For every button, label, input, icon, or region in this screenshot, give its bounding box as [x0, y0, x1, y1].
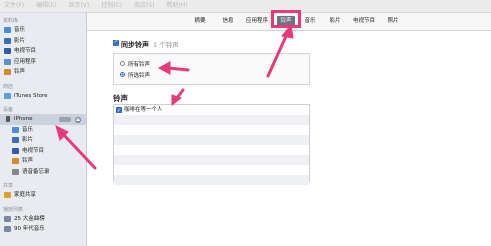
- film-icon: [4, 37, 11, 44]
- ringtone-checkbox[interactable]: [116, 106, 122, 116]
- tab-photos[interactable]: 照片: [384, 16, 402, 26]
- empty-row: [114, 145, 309, 155]
- menu-help[interactable]: 帮助(H): [166, 2, 187, 9]
- shared-section-title: 共享: [3, 183, 14, 189]
- music-note-icon: [4, 27, 11, 33]
- all-tones-label: 所有铃声: [128, 62, 151, 68]
- menu-bar: 文件(F) 编辑(E) 显示(V) 控制(C) 商店(S) 帮助(H): [0, 0, 491, 13]
- sidebar-item-music[interactable]: 音乐: [0, 25, 86, 36]
- iphone-icon: [6, 116, 10, 122]
- tv-icon: [12, 147, 19, 154]
- home-sharing-icon: [4, 192, 11, 198]
- sidebar-item-itunes-store[interactable]: iTunes Store: [0, 91, 86, 102]
- menu-file[interactable]: 文件(F): [4, 2, 24, 9]
- device-item-movies[interactable]: 影片: [0, 135, 86, 146]
- empty-row: [114, 175, 309, 185]
- tv-icon: [4, 48, 11, 54]
- device-item-tones[interactable]: 铃声: [0, 156, 86, 167]
- smart-playlist-icon: [4, 226, 11, 232]
- sidebar-item-iphone[interactable]: iPhone ⏏: [0, 114, 86, 125]
- empty-row: [114, 165, 309, 175]
- menu-controls[interactable]: 控制(C): [101, 2, 122, 9]
- devices-section-title: 设备: [3, 107, 14, 113]
- smart-playlist-icon: [4, 215, 11, 222]
- sidebar-item-tones[interactable]: 铃声: [0, 67, 86, 78]
- sidebar-item-home-sharing[interactable]: 家庭共享: [0, 190, 86, 201]
- playlists-section-title: 播放列表: [3, 206, 24, 213]
- selected-tones-radio[interactable]: [120, 72, 125, 77]
- film-icon: [12, 137, 19, 143]
- device-item-tv-shows[interactable]: 电视节目: [0, 146, 86, 157]
- bell-icon: [4, 69, 11, 75]
- menu-store[interactable]: 商店(S): [134, 2, 155, 9]
- music-note-icon: [12, 126, 19, 133]
- tab-apps[interactable]: 应用程序: [242, 16, 272, 26]
- app-icon: [4, 58, 11, 65]
- tone-count: 1 个铃声: [153, 41, 179, 49]
- menu-view[interactable]: 显示(V): [68, 2, 89, 9]
- library-section-title: 资料库: [3, 18, 19, 24]
- menu-edit[interactable]: 编辑(E): [36, 2, 56, 9]
- tab-info[interactable]: 信息: [219, 16, 237, 26]
- sidebar-item-movies[interactable]: 影片: [0, 36, 86, 47]
- tab-highlight-box: [271, 10, 301, 28]
- sidebar: 资料库 音乐 影片 电视节目 应用程序 铃声 商店 iTunes Store 设…: [0, 13, 87, 246]
- ringtone-list: 咖啡在等一个人: [113, 104, 310, 185]
- sync-tones-label: 同步铃声 1 个铃声: [121, 41, 179, 49]
- arrow-to-ringtones: [175, 88, 185, 100]
- tab-movies[interactable]: 影片: [326, 16, 344, 26]
- sync-tones-checkbox[interactable]: [113, 39, 119, 46]
- empty-row: [114, 155, 309, 165]
- all-tones-radio[interactable]: [120, 61, 125, 66]
- device-item-voice-memos[interactable]: 语音备忘录: [0, 167, 86, 178]
- store-section-title: 商店: [3, 83, 14, 90]
- eject-icon[interactable]: ⏏: [75, 116, 81, 123]
- ringtones-heading: 铃声: [113, 94, 128, 103]
- sync-options-group: 所有铃声 所选铃声: [113, 53, 310, 85]
- device-item-music[interactable]: 音乐: [0, 125, 86, 136]
- tab-music[interactable]: 音乐: [301, 16, 319, 26]
- battery-badge: [59, 117, 71, 122]
- empty-row: [114, 115, 309, 125]
- selected-tones-label: 所选铃声: [128, 73, 151, 79]
- tab-tv-shows[interactable]: 电视节目: [350, 16, 378, 26]
- sidebar-item-playlist-top25[interactable]: 25 大金曲榜: [0, 214, 86, 225]
- sidebar-item-apps[interactable]: 应用程序: [0, 57, 86, 68]
- sidebar-item-playlist-90s[interactable]: 90 年代音乐: [0, 224, 86, 235]
- store-icon: [4, 92, 11, 99]
- empty-row: [114, 125, 309, 135]
- bell-icon: [12, 158, 19, 164]
- ringtone-title: 咖啡在等一个人: [124, 107, 163, 113]
- empty-row: [114, 135, 309, 145]
- list-item[interactable]: 咖啡在等一个人: [114, 105, 309, 116]
- sidebar-item-tv-shows[interactable]: 电视节目: [0, 46, 86, 57]
- tab-summary[interactable]: 摘要: [191, 16, 209, 26]
- voice-memo-icon: [12, 168, 19, 175]
